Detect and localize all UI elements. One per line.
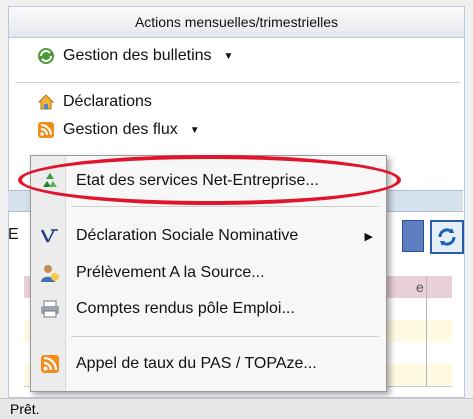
person-icon: [39, 262, 61, 284]
printer-icon: [39, 298, 61, 320]
chevron-down-icon: ▼: [189, 124, 200, 136]
status-bar: Prêt.: [0, 398, 473, 419]
highlight-circle: [18, 155, 401, 205]
menu-item-appel-taux[interactable]: Appel de taux du PAS / TOPAze...: [37, 348, 377, 380]
house-icon: [37, 93, 55, 111]
gestion-bulletins-label: Gestion des bulletins: [63, 47, 212, 64]
dsn-icon: [39, 225, 61, 247]
chevron-down-icon: ▼: [223, 50, 234, 62]
refresh-globe-icon: [37, 47, 55, 65]
menu-separator: [71, 336, 379, 337]
menu-item-label: Déclaration Sociale Nominative: [76, 227, 299, 244]
gestion-flux-button[interactable]: Gestion des flux ▼: [37, 121, 200, 139]
declarations-label: Déclarations: [63, 93, 152, 110]
declarations-button[interactable]: Déclarations: [37, 93, 152, 111]
partial-label: E: [8, 226, 19, 243]
refresh-button[interactable]: [430, 220, 464, 254]
gestion-bulletins-button[interactable]: Gestion des bulletins ▼: [37, 47, 233, 65]
panel-title: Actions mensuelles/trimestrielles: [9, 7, 464, 38]
gestion-flux-label: Gestion des flux: [63, 121, 178, 138]
menu-item-pas[interactable]: Prélèvement A la Source...: [37, 257, 377, 289]
menu-item-label: Comptes rendus pôle Emploi...: [76, 300, 295, 317]
grid-header-fragment: e: [416, 279, 424, 295]
rss-icon: [39, 353, 61, 375]
rss-icon: [37, 121, 55, 139]
toolbar-button[interactable]: [402, 220, 424, 252]
menu-item-label: Prélèvement A la Source...: [76, 264, 265, 281]
status-text: Prêt.: [10, 401, 40, 417]
menu-item-pole-emploi[interactable]: Comptes rendus pôle Emploi...: [37, 293, 377, 325]
menu-separator: [71, 206, 379, 207]
grid-column-divider: [426, 276, 427, 386]
refresh-icon: [438, 228, 456, 246]
submenu-arrow-icon: ▶: [364, 230, 373, 243]
menu-item-dsn[interactable]: Déclaration Sociale Nominative ▶: [37, 220, 377, 252]
menu-item-label: Appel de taux du PAS / TOPAze...: [76, 355, 317, 372]
panel-divider: [15, 82, 460, 83]
